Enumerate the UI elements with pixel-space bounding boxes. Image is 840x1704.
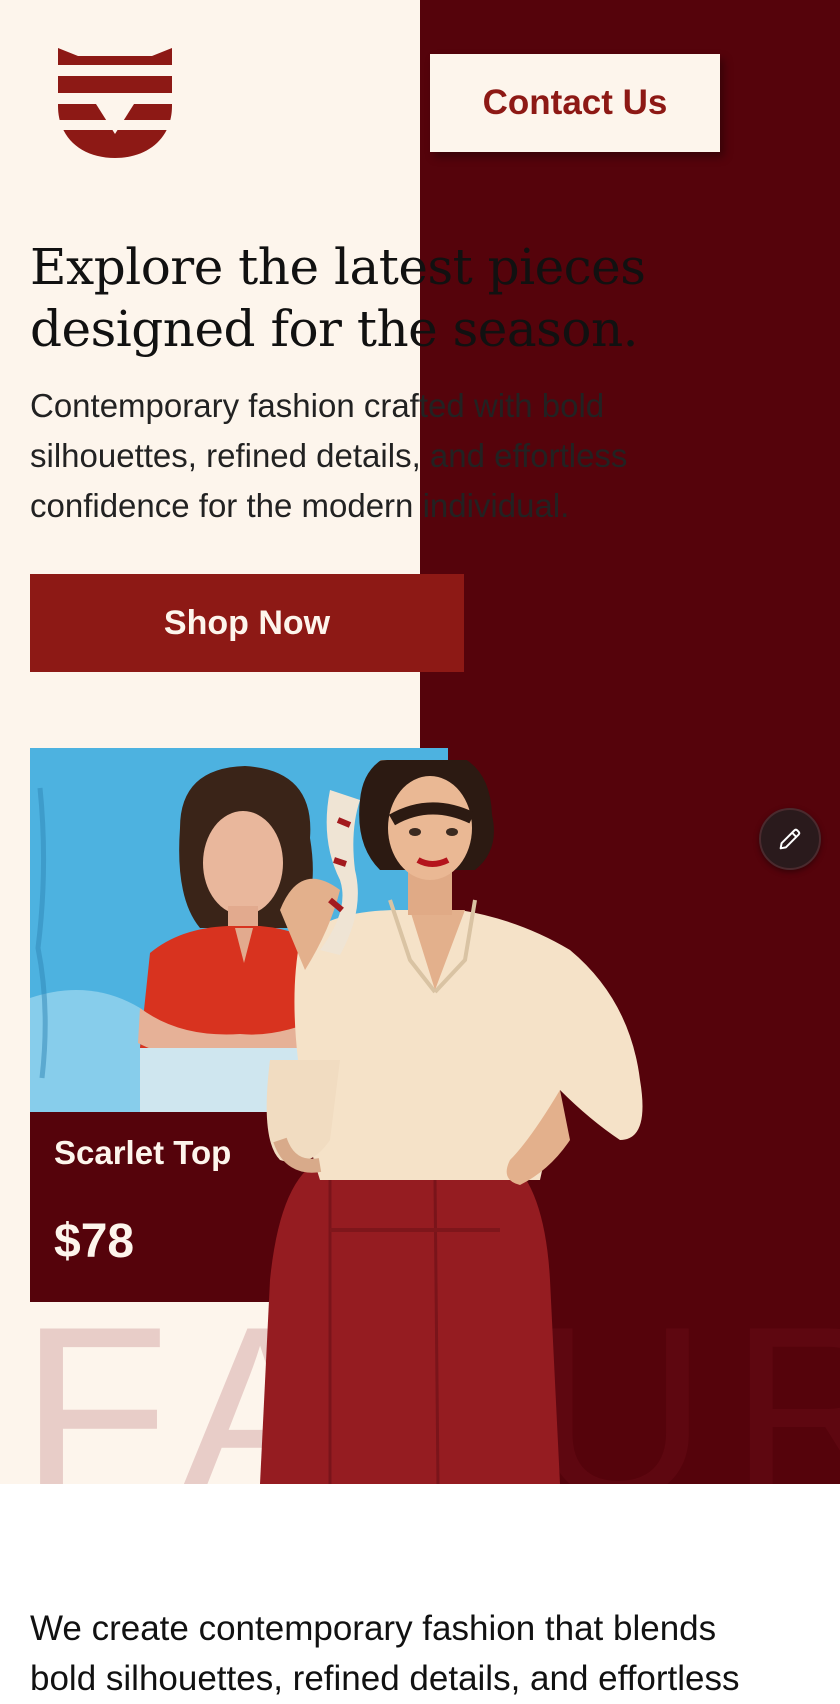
fox-stripes-logo-icon[interactable] [58, 48, 172, 158]
shop-now-button[interactable]: Shop Now [30, 574, 464, 672]
pencil-icon [779, 828, 801, 850]
hero-subtext-line: silhouettes, refined details, and effort… [30, 437, 628, 474]
hero-subtext: Contemporary fashion crafted with bold s… [30, 381, 750, 531]
hero-subtext-line: confidence for the modern individual. [30, 487, 570, 524]
hero-subtext-line: Contemporary fashion crafted with bold [30, 387, 605, 424]
contact-us-button[interactable]: Contact Us [430, 54, 720, 152]
product-name: Scarlet Top [54, 1134, 232, 1171]
edit-button[interactable] [759, 808, 821, 870]
about-paragraph: We create contemporary fashion that blen… [30, 1604, 840, 1704]
hero-model-image [260, 760, 643, 1484]
about-line: bold silhouettes, refined details, and e… [30, 1659, 740, 1698]
hero-headline-line: designed for the season. [30, 300, 639, 358]
about-line: We create contemporary fashion that blen… [30, 1609, 717, 1648]
hero-headline-line: Explore the latest pieces [30, 238, 646, 296]
product-price: $78 [54, 1215, 135, 1268]
hero-section: FAVUR Contact Us Explore the latest piec… [0, 0, 840, 1484]
hero-headline: Explore the latest pieces designed for t… [30, 236, 750, 360]
